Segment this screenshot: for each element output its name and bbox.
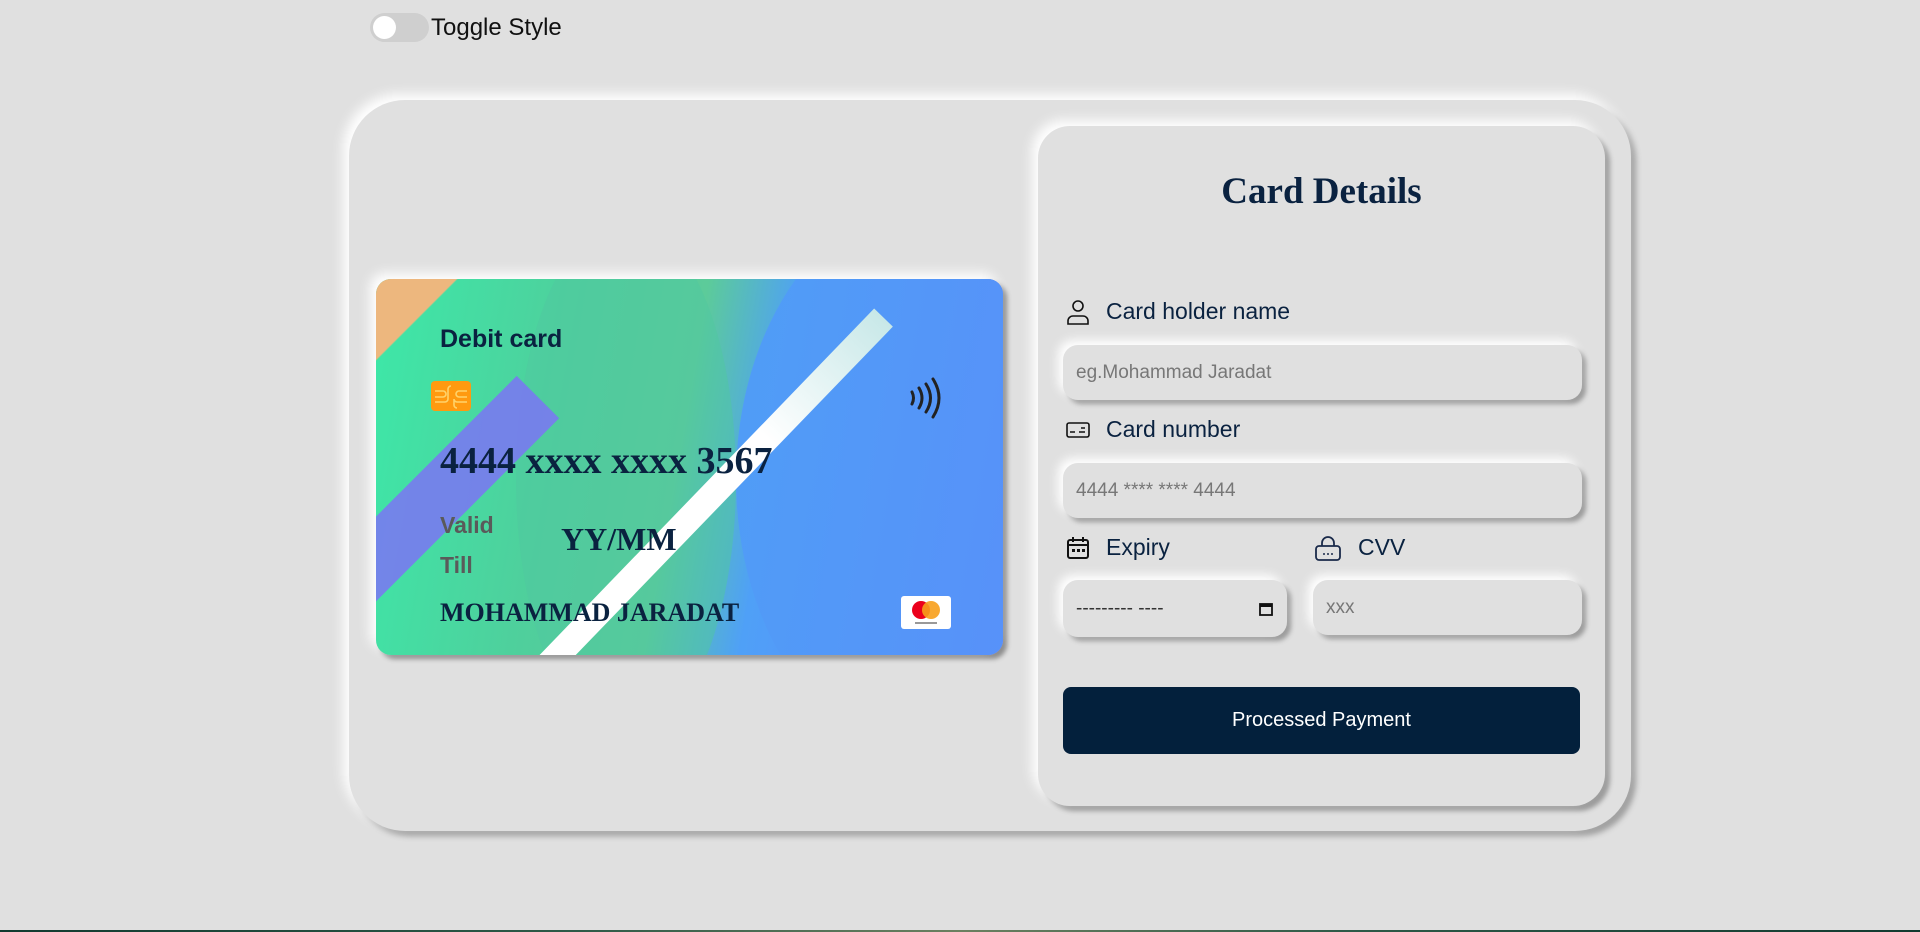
chip-icon: [431, 381, 471, 411]
mastercard-logo: [901, 596, 951, 629]
holder-label: Card holder name: [1066, 298, 1290, 325]
expiry-label-text: Expiry: [1106, 534, 1170, 560]
number-label: Card number: [1066, 416, 1240, 443]
card-number-display: 4444 xxxx xxxx 3567: [440, 440, 773, 482]
holder-label-text: Card holder name: [1106, 298, 1291, 324]
calendar-icon: [1067, 536, 1089, 559]
cvv-label: CVV: [1314, 534, 1405, 561]
card-holder-input[interactable]: [1063, 345, 1582, 400]
credit-card-icon: [1066, 421, 1090, 438]
form-title: Card Details: [1221, 171, 1422, 212]
expiry-input[interactable]: --------- ----: [1063, 580, 1287, 637]
valid-till-label: Valid Till: [440, 505, 494, 585]
card-holder-display: MOHAMMAD JARADAT: [440, 598, 740, 627]
card-details-form: Card Details Card holder name Card numbe…: [1038, 126, 1605, 806]
credit-card-preview: Debit card 4444 xxxx xxxx 3567 Valid Til…: [376, 279, 1003, 655]
card-number-input[interactable]: [1063, 463, 1582, 518]
process-payment-button[interactable]: Processed Payment: [1063, 687, 1580, 754]
toggle-style: Toggle Style: [370, 13, 562, 42]
cvv-input[interactable]: [1313, 580, 1582, 635]
card-expiry-display: YY/MM: [561, 521, 677, 557]
contactless-icon: [906, 376, 942, 425]
valid-label: Valid: [440, 512, 494, 538]
card-type-label: Debit card: [440, 325, 563, 353]
lock-icon: [1315, 535, 1341, 561]
expiry-label: Expiry: [1066, 534, 1170, 561]
till-label: Till: [440, 552, 473, 578]
cvv-label-text: CVV: [1358, 534, 1406, 560]
user-icon: [1067, 299, 1089, 325]
toggle-knob: [373, 16, 396, 39]
expiry-placeholder: --------- ----: [1076, 597, 1164, 619]
number-label-text: Card number: [1106, 416, 1241, 442]
style-toggle-switch[interactable]: [370, 13, 429, 42]
calendar-picker-icon[interactable]: [1258, 601, 1274, 617]
toggle-label: Toggle Style: [431, 13, 562, 41]
